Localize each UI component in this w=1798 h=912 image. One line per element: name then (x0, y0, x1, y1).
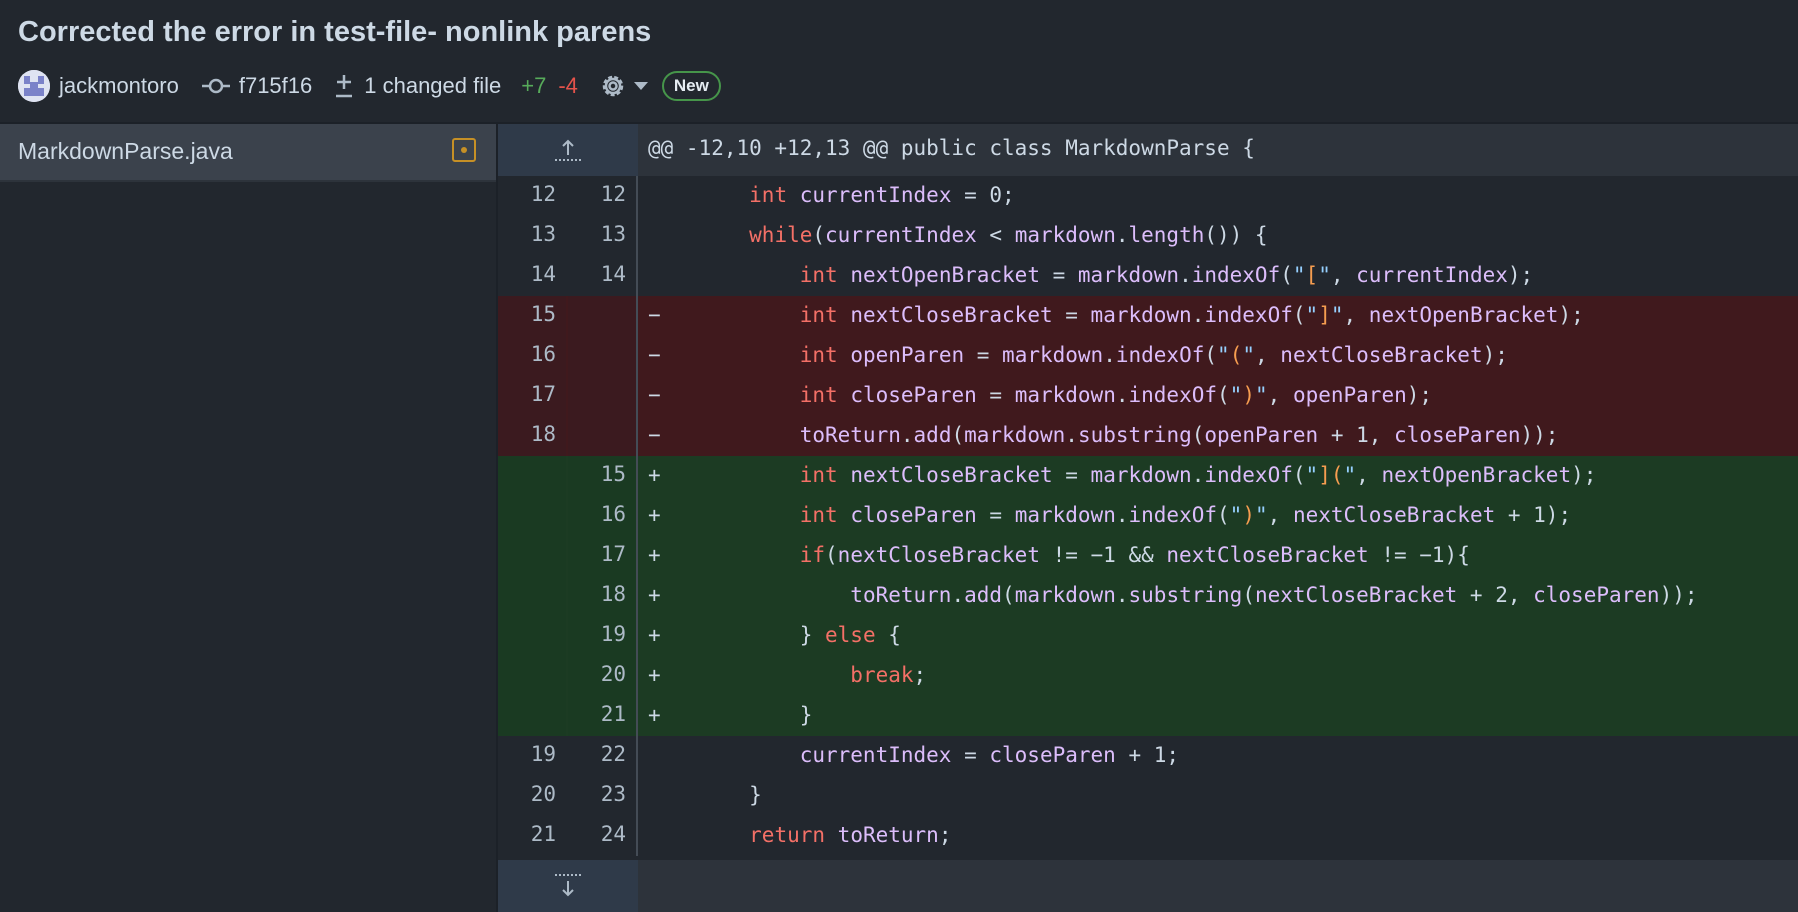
diff-line-deleted: 16 − int openParen = markdown.indexOf("(… (498, 336, 1798, 376)
diff-line: 19 22 currentIndex = closeParen + 1; (498, 736, 1798, 776)
new-line-number[interactable]: 22 (568, 736, 638, 776)
code-line: int nextOpenBracket = markdown.indexOf("… (799, 263, 1534, 287)
old-line-number (498, 656, 566, 696)
old-line-number (498, 536, 566, 576)
diff-line-added: 15 + int nextCloseBracket = markdown.ind… (498, 456, 1798, 496)
new-badge: New (661, 71, 721, 101)
diff-line-deleted: 18 − toReturn.add(markdown.substring(ope… (498, 416, 1798, 456)
diff-icon (334, 73, 354, 99)
diff-line-deleted: 17 − int closeParen = markdown.indexOf("… (498, 376, 1798, 416)
code-line: int currentIndex = 0; (749, 183, 1015, 207)
new-line-number[interactable]: 23 (568, 776, 638, 816)
new-line-number[interactable]: 12 (568, 176, 638, 216)
code-line: + break; (648, 663, 927, 687)
code-line: + int closeParen = markdown.indexOf(")",… (648, 503, 1572, 527)
code-line: − toReturn.add(markdown.substring(openPa… (648, 423, 1559, 447)
code-line: + if(nextCloseBracket != −1 && nextClose… (648, 543, 1470, 567)
diff-line-added: 21 + } (498, 696, 1798, 736)
expand-up-button[interactable] (498, 124, 638, 176)
file-modified-icon (452, 138, 476, 162)
expand-up-icon (555, 139, 581, 161)
new-line-number (568, 296, 638, 336)
code-line: − int nextCloseBracket = markdown.indexO… (648, 303, 1584, 327)
new-line-number[interactable]: 18 (568, 576, 638, 616)
old-line-number (498, 456, 566, 496)
old-line-number[interactable]: 20 (498, 776, 566, 816)
avatar[interactable] (18, 70, 50, 102)
code-line: currentIndex = closeParen + 1; (799, 743, 1180, 767)
new-line-number (568, 376, 638, 416)
diff-line-deleted: 15 − int nextCloseBracket = markdown.ind… (498, 296, 1798, 336)
file-name[interactable]: MarkdownParse.java (18, 138, 233, 165)
diff-line-added: 20 + break; (498, 656, 1798, 696)
diff-line: 20 23 } (498, 776, 1798, 816)
diff-line-added: 18 + toReturn.add(markdown.substring(nex… (498, 576, 1798, 616)
old-line-number[interactable]: 18 (498, 416, 566, 456)
new-line-number (568, 416, 638, 456)
deletions-count: -4 (558, 73, 578, 98)
old-line-number[interactable]: 19 (498, 736, 566, 776)
new-line-number[interactable]: 14 (568, 256, 638, 296)
old-line-number (498, 696, 566, 736)
gear-icon[interactable] (598, 71, 628, 101)
old-line-number[interactable]: 15 (498, 296, 566, 336)
old-line-number[interactable]: 12 (498, 176, 566, 216)
code-line: } (648, 783, 762, 807)
code-line: − int openParen = markdown.indexOf("(", … (648, 343, 1508, 367)
commit-sha[interactable]: f715f16 (239, 73, 312, 99)
old-line-number[interactable]: 17 (498, 376, 566, 416)
new-line-number[interactable]: 15 (568, 456, 638, 496)
new-line-number[interactable]: 17 (568, 536, 638, 576)
commit-header: Corrected the error in test-file- nonlin… (0, 0, 1798, 124)
old-line-number[interactable]: 13 (498, 216, 566, 256)
hunk-header: @@ -12,10 +12,13 @@ public class Markdow… (498, 124, 1798, 176)
expand-down-button[interactable] (498, 860, 638, 912)
code-line: + int nextCloseBracket = markdown.indexO… (648, 463, 1597, 487)
commit-title: Corrected the error in test-file- nonlin… (18, 16, 652, 48)
code-line: − int closeParen = markdown.indexOf(")",… (648, 383, 1433, 407)
new-line-number (568, 336, 638, 376)
changed-files-count[interactable]: 1 changed file (364, 73, 501, 99)
new-line-number[interactable]: 24 (568, 816, 638, 856)
code-line: + toReturn.add(markdown.substring(nextCl… (648, 583, 1698, 607)
avatar-image (18, 70, 50, 102)
diff-line: 14 14 int nextOpenBracket = markdown.ind… (498, 256, 1798, 296)
old-line-number[interactable]: 21 (498, 816, 566, 856)
code-line: + } else { (648, 623, 901, 647)
code-line: while(currentIndex < markdown.length()) … (749, 223, 1268, 247)
old-line-number[interactable]: 14 (498, 256, 566, 296)
commit-meta: jackmontoro f715f16 1 changed file +7 -4 (18, 68, 721, 104)
expand-down-icon (555, 874, 581, 897)
diff-line-added: 17 + if(nextCloseBracket != −1 && nextCl… (498, 536, 1798, 576)
diff-line-added: 16 + int closeParen = markdown.indexOf("… (498, 496, 1798, 536)
chevron-down-icon[interactable] (633, 82, 648, 90)
new-line-number[interactable]: 20 (568, 656, 638, 696)
old-line-number[interactable]: 16 (498, 336, 566, 376)
new-line-number[interactable]: 19 (568, 616, 638, 656)
new-line-number[interactable]: 16 (568, 496, 638, 536)
diff-line-added: 19 + } else { (498, 616, 1798, 656)
new-line-number[interactable]: 21 (568, 696, 638, 736)
old-line-number (498, 496, 566, 536)
old-line-number (498, 576, 566, 616)
additions-count: +7 (521, 73, 547, 98)
old-line-number (498, 616, 566, 656)
diff-view: @@ -12,10 +12,13 @@ public class Markdow… (498, 124, 1798, 912)
diff-footer (638, 860, 1798, 912)
file-tree-item[interactable]: MarkdownParse.java (0, 124, 496, 182)
code-line: + } (648, 703, 813, 727)
commit-icon (201, 76, 231, 96)
author-name[interactable]: jackmontoro (59, 73, 179, 99)
new-line-number[interactable]: 13 (568, 216, 638, 256)
diff-line: 21 24 return toReturn; (498, 816, 1798, 856)
diff-line: 13 13 while(currentIndex < markdown.leng… (498, 216, 1798, 256)
hunk-header-text: @@ -12,10 +12,13 @@ public class Markdow… (648, 136, 1255, 160)
diff-line: 12 12 int currentIndex = 0; (498, 176, 1798, 216)
file-tree: MarkdownParse.java (0, 124, 498, 912)
code-line: return toReturn; (749, 823, 952, 847)
